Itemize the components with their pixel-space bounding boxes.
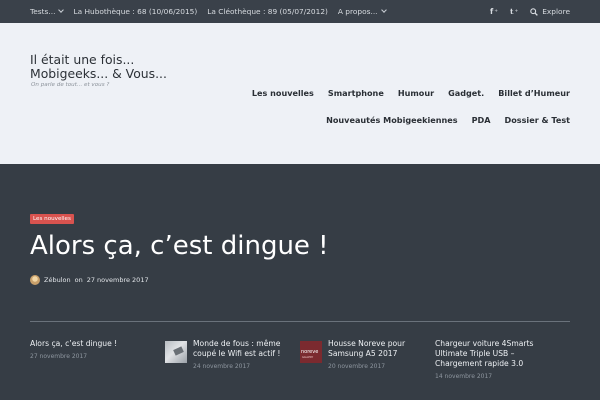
category-badge[interactable]: Les nouvelles xyxy=(30,214,74,224)
nav-item-billet-humeur[interactable]: Billet d’Humeur xyxy=(498,88,570,98)
post-byline: Zébulon on 27 novembre 2017 xyxy=(30,275,149,285)
related-post-title-line: Monde de fous : même xyxy=(193,339,281,348)
related-post-date: 20 novembre 2017 xyxy=(328,363,386,370)
top-menu-item-tests[interactable]: Tests... xyxy=(30,7,65,16)
plus-icon: + xyxy=(514,9,519,14)
explore-button[interactable]: Explore xyxy=(530,7,570,16)
top-menu-item-cleotheque[interactable]: La Cléothèque : 89 (05/07/2012) xyxy=(207,7,328,16)
related-post-title-line: Chargeur voiture 4Smarts xyxy=(435,339,534,348)
related-post-date: 27 novembre 2017 xyxy=(30,353,88,360)
related-post-title-line: Alors ça, c’est dingue ! xyxy=(30,339,118,348)
search-icon xyxy=(530,7,539,16)
chevron-down-icon xyxy=(58,7,65,13)
related-post-title-line: Chargement rapide 3.0 xyxy=(435,359,524,368)
top-menu-item-label: La Cléothèque : 89 (05/07/2012) xyxy=(207,7,328,16)
related-post-2[interactable]: Monde de fous : même coupé le Wifi est a… xyxy=(193,339,303,370)
twitter-icon: t xyxy=(510,7,514,16)
related-post-title-line: coupé le Wifi est actif ! xyxy=(193,349,281,358)
divider xyxy=(30,321,570,322)
facebook-link[interactable]: f + xyxy=(490,7,498,16)
twitter-link[interactable]: t + xyxy=(510,7,518,16)
avatar xyxy=(30,275,40,285)
nav-item-humour[interactable]: Humour xyxy=(398,88,434,98)
top-menu-item-hubotheque[interactable]: La Hubothèque : 68 (10/06/2015) xyxy=(73,7,197,16)
nav-item-gadget[interactable]: Gadget. xyxy=(448,88,484,98)
nav-item-les-nouvelles[interactable]: Les nouvelles xyxy=(252,88,314,98)
related-post-title: Housse Noreve pour Samsung A5 2017 xyxy=(328,339,433,359)
plus-icon: + xyxy=(494,9,499,14)
site-tagline: On parle de tout... et vous ? xyxy=(31,82,110,88)
related-post-thumbnail[interactable] xyxy=(165,341,187,363)
featured-post-title[interactable]: Alors ça, c’est dingue ! xyxy=(30,231,329,261)
author-name[interactable]: Zébulon xyxy=(44,276,71,284)
explore-label: Explore xyxy=(542,7,570,16)
related-post-date: 24 novembre 2017 xyxy=(193,363,251,370)
main-nav-row-1: Les nouvelles Smartphone Humour Gadget. … xyxy=(252,88,570,98)
related-post-date: 14 novembre 2017 xyxy=(435,373,493,380)
top-menu-item-label: La Hubothèque : 68 (10/06/2015) xyxy=(73,7,198,16)
nav-item-dossier-test[interactable]: Dossier & Test xyxy=(505,115,570,125)
noreve-logo-subtext: GALLERY xyxy=(302,356,314,359)
site-title-line: Mobigeeks... & Vous... xyxy=(30,66,167,81)
related-post-title-line: Housse Noreve pour xyxy=(328,339,406,348)
related-post-4[interactable]: Chargeur voiture 4Smarts Ultimate Triple… xyxy=(435,339,570,380)
noreve-logo-text: noreve xyxy=(301,349,319,355)
related-post-thumbnail[interactable]: noreve GALLERY xyxy=(300,341,322,363)
top-bar-actions: f + t + Explore xyxy=(490,0,570,23)
related-post-title-line: Samsung A5 2017 xyxy=(328,349,398,358)
top-menu-item-apropos[interactable]: A propos... xyxy=(337,7,387,16)
facebook-icon: f xyxy=(489,7,494,16)
main-nav-row-2: Nouveautés Mobigeekiennes PDA Dossier & … xyxy=(326,115,570,125)
post-date: 27 novembre 2017 xyxy=(86,276,149,284)
related-post-1[interactable]: Alors ça, c’est dingue ! 27 novembre 201… xyxy=(30,339,155,360)
site-title-link[interactable]: Il était une fois... Mobigeeks... & Vous… xyxy=(30,53,200,81)
top-menu-item-label: A propos... xyxy=(337,7,378,16)
related-post-title: Chargeur voiture 4Smarts Ultimate Triple… xyxy=(435,339,570,369)
site-header: Il était une fois... Mobigeeks... & Vous… xyxy=(0,23,600,164)
site-title-line: Il était une fois... xyxy=(30,52,135,67)
top-menu-item-label: Tests... xyxy=(30,7,56,16)
chevron-down-icon xyxy=(380,7,387,13)
top-bar: Tests... La Hubothèque : 68 (10/06/2015)… xyxy=(0,0,600,23)
nav-item-pda[interactable]: PDA xyxy=(472,115,491,125)
nav-item-nouveautes[interactable]: Nouveautés Mobigeekiennes xyxy=(326,115,458,125)
related-post-title: Alors ça, c’est dingue ! xyxy=(30,339,155,349)
byline-on: on xyxy=(74,276,83,284)
top-menu: Tests... La Hubothèque : 68 (10/06/2015)… xyxy=(30,0,387,23)
nav-item-smartphone[interactable]: Smartphone xyxy=(328,88,384,98)
related-post-title: Monde de fous : même coupé le Wifi est a… xyxy=(193,339,303,359)
related-post-3[interactable]: Housse Noreve pour Samsung A5 2017 20 no… xyxy=(328,339,433,370)
related-post-title-line: Ultimate Triple USB – xyxy=(435,349,515,358)
